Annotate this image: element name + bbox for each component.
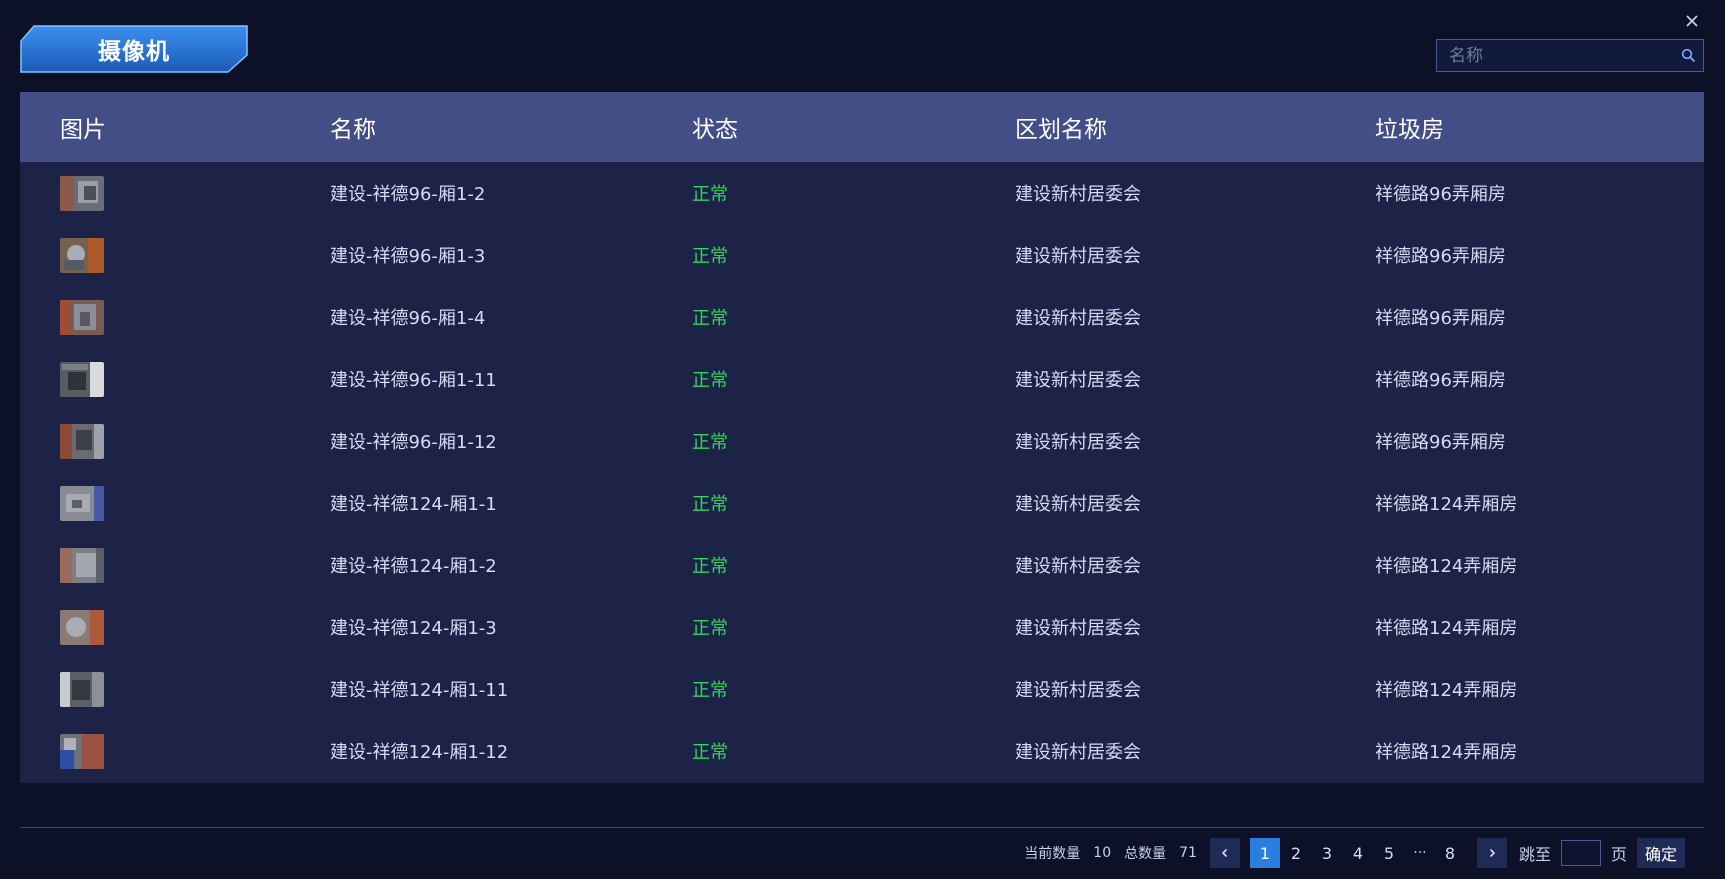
district-name: 建设新村居委会 <box>1015 246 1141 267</box>
prev-page-button[interactable] <box>1209 838 1240 868</box>
status-text: 正常 <box>692 556 728 577</box>
camera-name: 建设-祥德124-厢1-12 <box>330 742 509 763</box>
camera-name: 建设-祥德124-厢1-11 <box>330 680 509 701</box>
table-row[interactable]: 建设-祥德96-厢1-11 正常 建设新村居委会 祥德路96弄厢房 <box>20 348 1704 410</box>
table-row[interactable]: 建设-祥德124-厢1-2 正常 建设新村居委会 祥德路124弄厢房 <box>20 534 1704 596</box>
camera-name: 建设-祥德96-厢1-11 <box>330 370 497 391</box>
table-body: 建设-祥德96-厢1-2 正常 建设新村居委会 祥德路96弄厢房 建设-祥德96… <box>20 162 1704 783</box>
district-name: 建设新村居委会 <box>1015 680 1141 701</box>
next-page-button[interactable] <box>1476 838 1507 868</box>
camera-thumbnail[interactable] <box>60 237 104 273</box>
camera-thumbnail[interactable] <box>60 175 104 211</box>
garbage-room: 祥德路96弄厢房 <box>1375 370 1506 391</box>
last-page-button[interactable]: 8 <box>1435 838 1465 868</box>
camera-thumbnail[interactable] <box>60 547 104 583</box>
chevron-left-icon <box>1221 848 1228 858</box>
table-row[interactable]: 建设-祥德124-厢1-12 正常 建设新村居委会 祥德路124弄厢房 <box>20 720 1704 782</box>
district-name: 建设新村居委会 <box>1015 184 1141 205</box>
footer-divider <box>20 827 1704 828</box>
camera-thumbnail[interactable] <box>60 733 104 769</box>
camera-name: 建设-祥德124-厢1-1 <box>330 494 497 515</box>
garbage-room: 祥德路96弄厢房 <box>1375 184 1506 205</box>
camera-thumbnail[interactable] <box>60 361 104 397</box>
header-image: 图片 <box>60 117 106 143</box>
camera-table: 图片 名称 状态 区划名称 垃圾房 建设-祥德96-厢1-2 正常 建设新村居委… <box>20 92 1704 783</box>
status-text: 正常 <box>692 184 728 205</box>
camera-name: 建设-祥德124-厢1-2 <box>330 556 497 577</box>
camera-thumbnail[interactable] <box>60 423 104 459</box>
camera-thumbnail[interactable] <box>60 299 104 335</box>
garbage-room: 祥德路124弄厢房 <box>1375 494 1518 515</box>
jump-to-label: 跳至 <box>1518 845 1551 864</box>
chevron-right-icon <box>1489 848 1496 858</box>
camera-thumbnail[interactable] <box>60 671 104 707</box>
camera-name: 建设-祥德96-厢1-4 <box>330 308 486 329</box>
status-text: 正常 <box>692 494 728 515</box>
status-text: 正常 <box>692 680 728 701</box>
district-name: 建设新村居委会 <box>1015 370 1141 391</box>
table-row[interactable]: 建设-祥德96-厢1-3 正常 建设新村居委会 祥德路96弄厢房 <box>20 224 1704 286</box>
page-2-button[interactable]: 2 <box>1281 838 1311 868</box>
garbage-room: 祥德路124弄厢房 <box>1375 556 1518 577</box>
table-header: 图片 名称 状态 区划名称 垃圾房 <box>20 92 1704 162</box>
garbage-room: 祥德路96弄厢房 <box>1375 246 1506 267</box>
confirm-jump-button[interactable]: 确定 <box>1636 838 1685 868</box>
camera-name: 建设-祥德96-厢1-2 <box>330 184 486 205</box>
district-name: 建设新村居委会 <box>1015 494 1141 515</box>
search-input[interactable] <box>1437 40 1673 71</box>
garbage-room: 祥德路96弄厢房 <box>1375 432 1506 453</box>
table-row[interactable]: 建设-祥德124-厢1-11 正常 建设新村居委会 祥德路124弄厢房 <box>20 658 1704 720</box>
page-unit-label: 页 <box>1610 845 1627 864</box>
table-row[interactable]: 建设-祥德96-厢1-2 正常 建设新村居委会 祥德路96弄厢房 <box>20 162 1704 224</box>
district-name: 建设新村居委会 <box>1015 742 1141 763</box>
search-box[interactable] <box>1436 39 1704 72</box>
status-text: 正常 <box>692 742 728 763</box>
district-name: 建设新村居委会 <box>1015 308 1141 329</box>
camera-name: 建设-祥德124-厢1-3 <box>330 618 497 639</box>
district-name: 建设新村居委会 <box>1015 432 1141 453</box>
jump-page-input[interactable] <box>1560 840 1601 866</box>
camera-name: 建设-祥德96-厢1-3 <box>330 246 486 267</box>
panel-title-text: 摄像机 <box>98 39 170 65</box>
page-1-button[interactable]: 1 <box>1249 838 1280 868</box>
district-name: 建设新村居委会 <box>1015 556 1141 577</box>
table-row[interactable]: 建设-祥德124-厢1-1 正常 建设新村居委会 祥德路124弄厢房 <box>20 472 1704 534</box>
camera-thumbnail[interactable] <box>60 609 104 645</box>
panel-title: 摄像机 <box>20 25 248 73</box>
page-ellipsis[interactable]: ··· <box>1405 845 1435 861</box>
garbage-room: 祥德路124弄厢房 <box>1375 742 1518 763</box>
header-name: 名称 <box>330 117 376 143</box>
page-4-button[interactable]: 4 <box>1343 838 1373 868</box>
close-button[interactable] <box>1681 10 1703 32</box>
table-row[interactable]: 建设-祥德124-厢1-3 正常 建设新村居委会 祥德路124弄厢房 <box>20 596 1704 658</box>
garbage-room: 祥德路124弄厢房 <box>1375 618 1518 639</box>
status-text: 正常 <box>692 370 728 391</box>
garbage-room: 祥德路96弄厢房 <box>1375 308 1506 329</box>
close-icon <box>1686 15 1698 27</box>
header-status: 状态 <box>692 117 738 143</box>
current-count-label: 当前数量 <box>1024 846 1081 862</box>
status-text: 正常 <box>692 308 728 329</box>
page-3-button[interactable]: 3 <box>1312 838 1342 868</box>
pagination: 当前数量 10 总数量 71 1 2 3 4 5 ··· 8 跳至 页 确定 <box>1024 838 1685 868</box>
table-row[interactable]: 建设-祥德96-厢1-12 正常 建设新村居委会 祥德路96弄厢房 <box>20 410 1704 472</box>
header-district: 区划名称 <box>1015 117 1107 143</box>
table-row[interactable]: 建设-祥德96-厢1-4 正常 建设新村居委会 祥德路96弄厢房 <box>20 286 1704 348</box>
camera-thumbnail[interactable] <box>60 485 104 521</box>
camera-name: 建设-祥德96-厢1-12 <box>330 432 497 453</box>
status-text: 正常 <box>692 618 728 639</box>
status-text: 正常 <box>692 432 728 453</box>
current-count: 10 <box>1093 845 1112 861</box>
page-5-button[interactable]: 5 <box>1374 838 1404 868</box>
status-text: 正常 <box>692 246 728 267</box>
total-count-label: 总数量 <box>1124 846 1167 862</box>
header-garbage-room: 垃圾房 <box>1375 117 1444 143</box>
total-count: 71 <box>1179 845 1197 861</box>
search-icon[interactable] <box>1673 48 1703 63</box>
garbage-room: 祥德路124弄厢房 <box>1375 680 1518 701</box>
district-name: 建设新村居委会 <box>1015 618 1141 639</box>
